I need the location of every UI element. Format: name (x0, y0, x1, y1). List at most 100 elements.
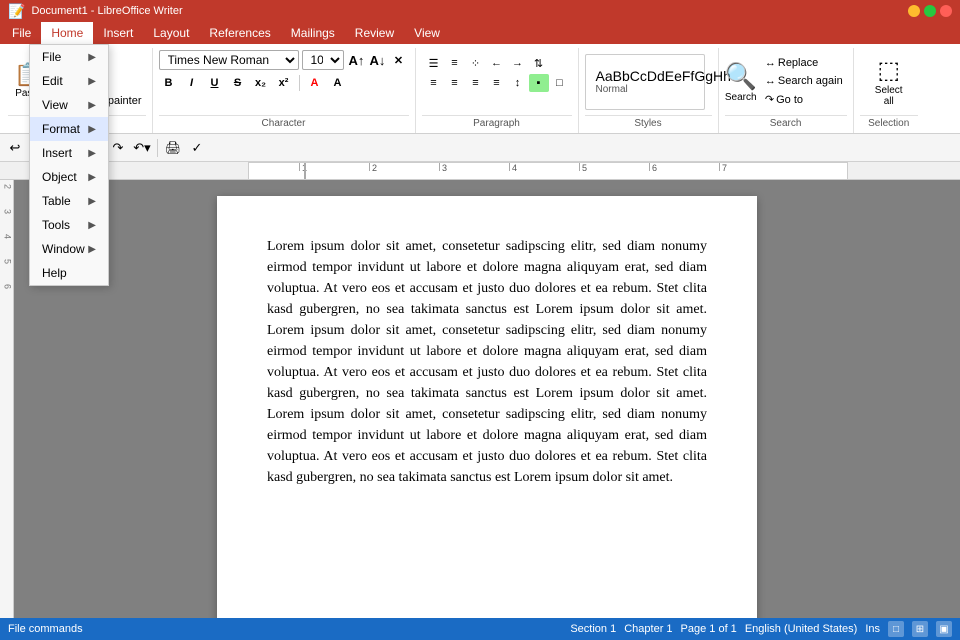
menu-dropdown-window[interactable]: Window ▶ (30, 237, 108, 261)
decrease-indent-button[interactable]: ← (487, 54, 507, 72)
format-dropdown-menu: File ▶ Edit ▶ View ▶ Format ▶ Insert ▶ O… (29, 44, 109, 286)
undo-list-button[interactable]: ↶▾ (131, 137, 153, 159)
ruler-inner: 1 2 3 4 5 6 7 (248, 162, 848, 180)
font-color-button[interactable]: A (305, 73, 325, 93)
menu-file[interactable]: File (2, 22, 41, 44)
style-name-label: Normal (596, 84, 694, 95)
page[interactable]: Lorem ipsum dolor sit amet, consetetur s… (217, 196, 757, 618)
styles-group: AaBbCcDdEeFfGgHh Normal Styles (579, 48, 719, 133)
line-num-1: 2 (3, 184, 13, 189)
style-preview-text: AaBbCcDdEeFfGgHh (596, 68, 694, 84)
underline-button[interactable]: U (205, 73, 225, 93)
goto-button[interactable]: ↷ Go to (761, 91, 847, 108)
ruler-mark-3: 3 (439, 163, 447, 171)
search-icon: 🔍 (725, 61, 757, 92)
select-all-icon: ⬚ (877, 56, 900, 85)
arrow-icon: ▶ (88, 172, 96, 183)
language-label: English (United States) (745, 623, 858, 635)
print-preview-button[interactable]: 🖨 (162, 137, 184, 159)
minimize-button[interactable] (908, 5, 920, 17)
menu-dropdown-insert[interactable]: Insert ▶ (30, 141, 108, 165)
menu-dropdown-table[interactable]: Table ▶ (30, 189, 108, 213)
arrow-icon: ▶ (88, 244, 96, 255)
search-group: 🔍 Search ↔ Replace ↔ Search again ↷ Go t… (719, 48, 854, 133)
shading-button[interactable]: ▪ (529, 74, 549, 92)
superscript-button[interactable]: x² (274, 73, 294, 93)
line-num-5: 6 (3, 284, 13, 289)
section-label: Section 1 (570, 623, 616, 635)
main-content: 2 3 4 5 6 Lorem ipsum dolor sit amet, co… (0, 180, 960, 618)
status-icon-1[interactable]: □ (888, 621, 904, 637)
align-justify-button[interactable]: ≡ (487, 74, 507, 92)
strikethrough-button[interactable]: S (228, 73, 248, 93)
ruler-mark-2: 2 (369, 163, 377, 171)
clear-format-button[interactable]: ✕ (389, 50, 409, 70)
menu-insert[interactable]: Insert (93, 22, 143, 44)
search-button[interactable]: 🔍 Search (725, 61, 757, 103)
chapter-label: Chapter 1 (624, 623, 672, 635)
arrow-icon: ▶ (88, 220, 96, 231)
font-name-selector[interactable]: Times New Roman (159, 50, 299, 70)
list-level-button[interactable]: ⁘ (466, 54, 486, 72)
title-bar-text: Document1 - LibreOffice Writer (31, 5, 182, 17)
styles-label: Styles (585, 115, 712, 131)
status-icon-3[interactable]: ▣ (936, 621, 952, 637)
bold-button[interactable]: B (159, 73, 179, 93)
arrow-icon: ▶ (88, 76, 96, 87)
italic-button[interactable]: I (182, 73, 202, 93)
menu-mailings[interactable]: Mailings (281, 22, 345, 44)
arrow-icon: ▶ (88, 148, 96, 159)
select-all-button[interactable]: ⬚ Selectall (871, 52, 907, 111)
spell-check-button[interactable]: ✓ (186, 137, 208, 159)
mode-label: Ins (865, 623, 880, 635)
ruler-cursor (304, 163, 306, 181)
menu-dropdown-edit[interactable]: Edit ▶ (30, 69, 108, 93)
menu-dropdown-format[interactable]: Format ▶ (30, 117, 108, 141)
line-num-3: 4 (3, 234, 13, 239)
align-right-button[interactable]: ≡ (466, 74, 486, 92)
search-again-button[interactable]: ↔ Search again (761, 73, 847, 89)
search-again-icon: ↔ (765, 75, 776, 87)
grow-font-button[interactable]: A↑ (347, 50, 367, 70)
list-bullet-button[interactable]: ☰ (424, 54, 444, 72)
maximize-button[interactable] (924, 5, 936, 17)
menu-view[interactable]: View (404, 22, 450, 44)
ruler-mark-4: 4 (509, 163, 517, 171)
replace-button[interactable]: ↔ Replace (761, 55, 847, 71)
align-left-button[interactable]: ≡ (424, 74, 444, 92)
status-icon-2[interactable]: ⊞ (912, 621, 928, 637)
menu-references[interactable]: References (199, 22, 280, 44)
menu-layout[interactable]: Layout (143, 22, 199, 44)
normal-style-box[interactable]: AaBbCcDdEeFfGgHh Normal (585, 54, 705, 110)
font-size-selector[interactable]: 10 (302, 50, 344, 70)
close-button[interactable] (940, 5, 952, 17)
new-button[interactable]: ↩ (4, 137, 26, 159)
menu-dropdown-object[interactable]: Object ▶ (30, 165, 108, 189)
ruler: 1 2 3 4 5 6 7 (0, 162, 960, 180)
toolbar: ↩ ↪ 💾 ↶ ↷ ↶▾ 🖨 ✓ (0, 134, 960, 162)
file-commands-label: File commands (8, 623, 83, 635)
align-center-button[interactable]: ≡ (445, 74, 465, 92)
menu-dropdown-tools[interactable]: Tools ▶ (30, 213, 108, 237)
menu-dropdown-view[interactable]: View ▶ (30, 93, 108, 117)
document-text[interactable]: Lorem ipsum dolor sit amet, consetetur s… (267, 236, 707, 488)
arrow-icon: ▶ (88, 100, 96, 111)
line-spacing-button[interactable]: ↕ (508, 74, 528, 92)
increase-indent-button[interactable]: → (508, 54, 528, 72)
sort-button[interactable]: ⇅ (529, 54, 549, 72)
menu-review[interactable]: Review (345, 22, 404, 44)
search-label: Search (725, 115, 847, 131)
document-area[interactable]: Lorem ipsum dolor sit amet, consetetur s… (14, 180, 960, 618)
list-number-button[interactable]: ≡ (445, 54, 465, 72)
subscript-button[interactable]: x₂ (251, 73, 271, 93)
highlight-button[interactable]: A (328, 73, 348, 93)
shrink-font-button[interactable]: A↓ (368, 50, 388, 70)
menu-bar: File Home Insert Layout References Maili… (0, 22, 960, 44)
border-button[interactable]: □ (550, 74, 570, 92)
menu-dropdown-help[interactable]: Help (30, 261, 108, 285)
status-bar-left: File commands (8, 623, 83, 635)
app-icon: 📝 (8, 3, 25, 20)
redo-button[interactable]: ↷ (107, 137, 129, 159)
menu-dropdown-file[interactable]: File ▶ (30, 45, 108, 69)
menu-home[interactable]: Home (41, 22, 93, 44)
